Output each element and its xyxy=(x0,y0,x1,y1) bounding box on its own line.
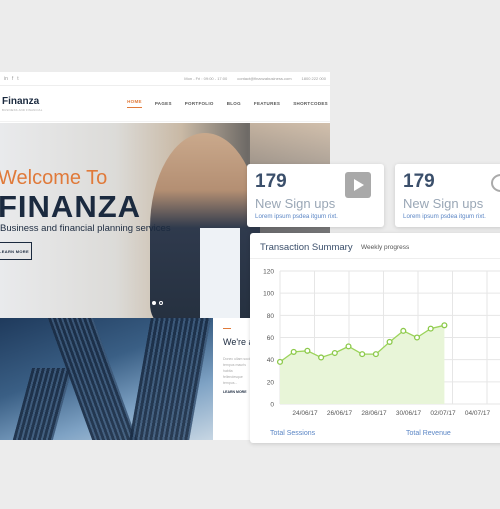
stat-value: 179 xyxy=(403,171,435,192)
accent-bar xyxy=(223,328,231,329)
brand-name: Finanza xyxy=(2,95,40,107)
data-point xyxy=(441,322,448,329)
contact-phone: 1800 222 000 xyxy=(301,76,326,81)
stat-card-signups-2: 179 New Sign ups Lorem ipsum psdea itgum… xyxy=(395,164,500,227)
y-tick-label: 60 xyxy=(267,335,275,342)
main-menu: HOME PAGES PORTFOLIO BLOG FEATURES SHORT… xyxy=(127,99,328,108)
data-point xyxy=(386,338,393,345)
slider-dot[interactable] xyxy=(152,301,156,305)
hero-title-line1: Welcome To xyxy=(0,167,108,189)
x-tick-label: 28/06/17 xyxy=(361,410,387,417)
menu-blog[interactable]: BLOG xyxy=(227,101,241,106)
y-tick-label: 0 xyxy=(270,402,274,409)
hero-title-line2: FINANZA xyxy=(0,189,142,224)
data-point xyxy=(372,351,379,358)
stat-label: New Sign ups xyxy=(403,196,484,211)
feature-body: Donec ullam socio tempus mauris habita f… xyxy=(223,357,252,385)
hero-subtitle: Business and financial planning services xyxy=(0,223,171,234)
menu-home[interactable]: HOME xyxy=(127,99,142,108)
y-tick-label: 100 xyxy=(263,291,274,298)
y-tick-label: 20 xyxy=(267,379,275,386)
menu-pages[interactable]: PAGES xyxy=(155,101,172,106)
data-point xyxy=(400,327,407,334)
divider xyxy=(250,258,500,259)
data-point xyxy=(290,348,297,355)
site-navbar: Finanza BUSINESS AND FINANCIAL HOME PAGE… xyxy=(0,86,330,122)
data-point xyxy=(427,325,434,332)
x-tick-label: 02/07/17 xyxy=(430,410,456,417)
data-point xyxy=(276,358,284,365)
data-point xyxy=(318,354,325,361)
chart-subtitle: Weekly progress xyxy=(361,244,410,251)
facebook-icon[interactable]: f xyxy=(12,76,13,82)
linkedin-icon[interactable]: in xyxy=(4,76,8,82)
stat-description: Lorem ipsum psdea itgum rixt. xyxy=(403,213,486,220)
chat-icon[interactable] xyxy=(491,174,500,192)
stat-description: Lorem ipsum psdea itgum rixt. xyxy=(255,213,338,220)
contact-info: Mon - Fri : 09:00 - 17:00 contact@finanz… xyxy=(184,76,326,81)
twitter-icon[interactable]: t xyxy=(17,76,18,82)
total-sessions-label: Total Sessions xyxy=(270,430,316,437)
y-tick-label: 120 xyxy=(263,269,274,276)
x-tick-label: 04/07/17 xyxy=(465,410,491,417)
data-point xyxy=(331,349,338,357)
brand-tagline: BUSINESS AND FINANCIAL xyxy=(2,107,43,112)
data-point xyxy=(413,334,421,341)
data-point xyxy=(359,351,366,358)
opening-hours: Mon - Fri : 09:00 - 17:00 xyxy=(184,76,228,81)
site-logo[interactable]: Finanza BUSINESS AND FINANCIAL xyxy=(2,96,42,112)
menu-portfolio[interactable]: PORTFOLIO xyxy=(185,101,214,106)
transaction-summary-card: Transaction Summary Weekly progress 0 20 4… xyxy=(250,233,500,443)
x-tick-label: 26/06/17 xyxy=(327,410,353,417)
hero-shirt-detail xyxy=(200,228,240,318)
play-icon[interactable] xyxy=(345,172,371,198)
stat-card-signups: 179 New Sign ups Lorem ipsum psdea itgum… xyxy=(247,164,384,227)
data-point xyxy=(345,343,352,350)
slider-dots xyxy=(152,301,163,305)
chart-title: Transaction Summary xyxy=(260,242,353,253)
menu-shortcodes[interactable]: SHORTCODES xyxy=(293,101,328,106)
social-links: in f t xyxy=(4,76,19,82)
site-topbar: in f t Mon - Fri : 09:00 - 17:00 contact… xyxy=(0,72,330,86)
contact-email[interactable]: contact@finanzabusiness.com xyxy=(237,76,291,81)
stat-value: 179 xyxy=(255,171,287,192)
x-tick-label: 24/06/17 xyxy=(292,410,318,417)
slider-dot[interactable] xyxy=(159,301,163,305)
y-tick-label: 40 xyxy=(267,357,275,364)
x-tick-label: 30/06/17 xyxy=(396,410,422,417)
building-image xyxy=(0,318,213,440)
total-revenue-label: Total Revenue xyxy=(406,430,451,437)
learn-more-button[interactable]: LEARN MORE xyxy=(0,242,32,260)
transaction-chart: 0 20 40 60 80 100 120 24/06/17 26/06/17 28/06/17 3… xyxy=(263,269,500,417)
stat-label: New Sign ups xyxy=(255,196,336,211)
menu-features[interactable]: FEATURES xyxy=(254,101,280,106)
data-point xyxy=(304,347,311,354)
y-tick-label: 80 xyxy=(267,313,275,320)
